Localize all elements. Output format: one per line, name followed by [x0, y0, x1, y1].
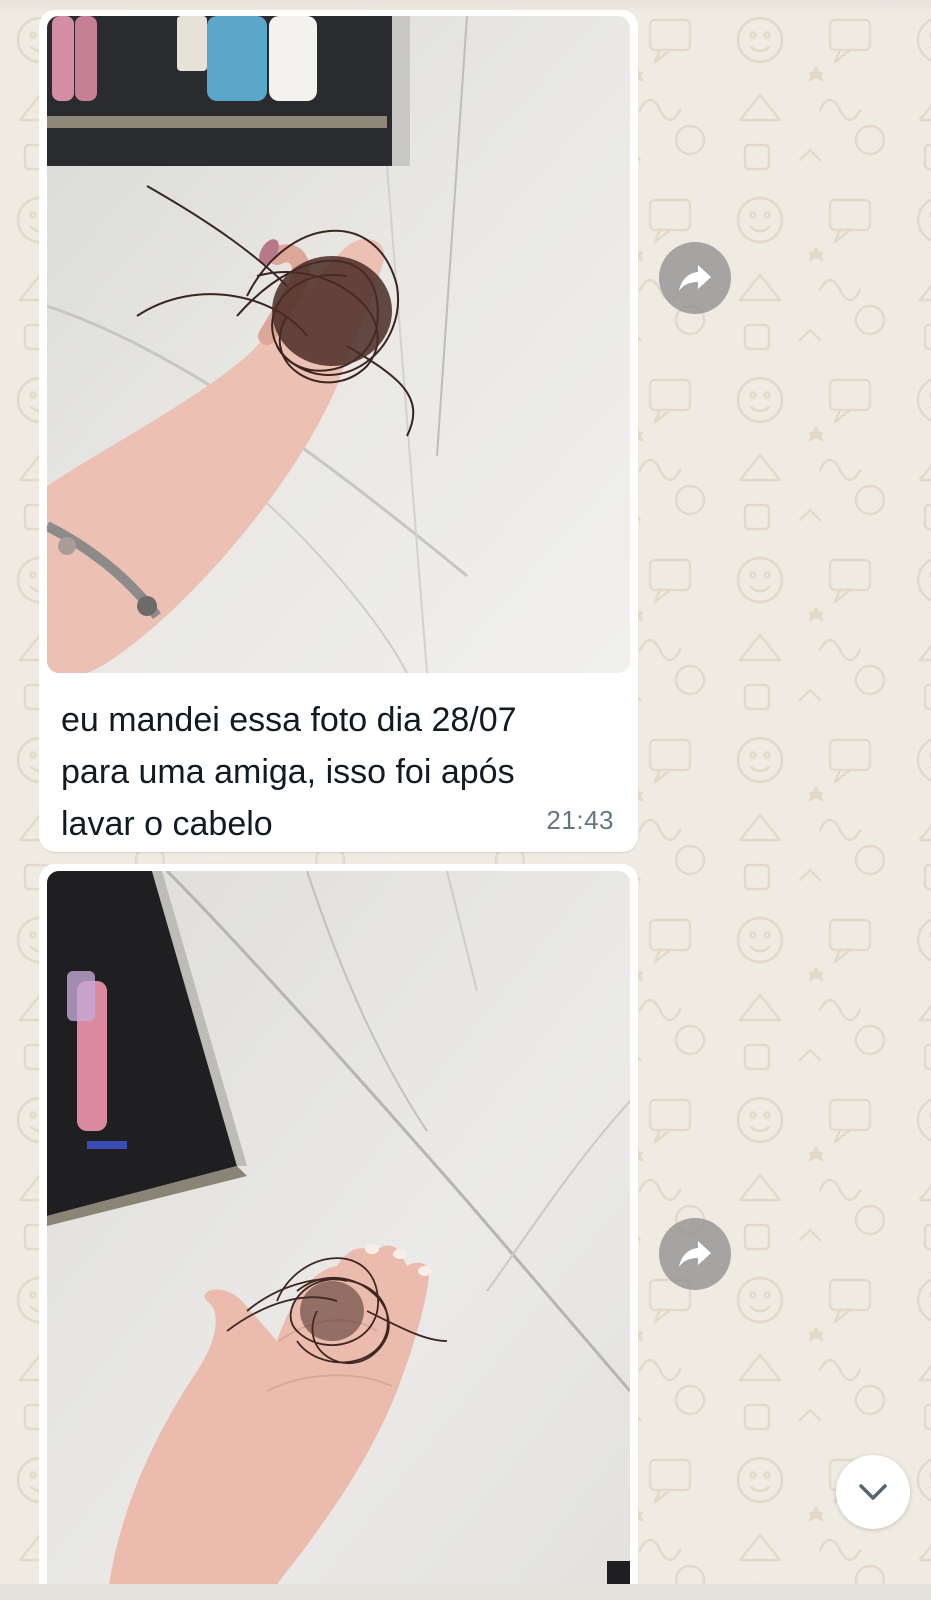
image-message[interactable] — [39, 864, 638, 1600]
message-time: 21:43 — [546, 805, 614, 835]
scroll-to-bottom-button[interactable] — [836, 1455, 910, 1529]
photo-hand-palm-with-hair-icon — [47, 871, 630, 1600]
chevron-down-icon — [859, 1484, 887, 1500]
bottom-strip — [0, 1584, 931, 1600]
forward-button[interactable] — [659, 242, 731, 314]
forward-button[interactable] — [659, 1218, 731, 1290]
photo-hand-holding-hair-icon — [47, 16, 630, 673]
message-photo[interactable] — [47, 871, 630, 1600]
forward-arrow-icon — [679, 1241, 711, 1267]
message-caption: eu mandei essa foto dia 28/07 para uma a… — [61, 701, 517, 843]
image-message[interactable]: eu mandei essa foto dia 28/07 para uma a… — [39, 10, 638, 852]
message-photo[interactable] — [47, 16, 630, 673]
forward-arrow-icon — [679, 265, 711, 291]
